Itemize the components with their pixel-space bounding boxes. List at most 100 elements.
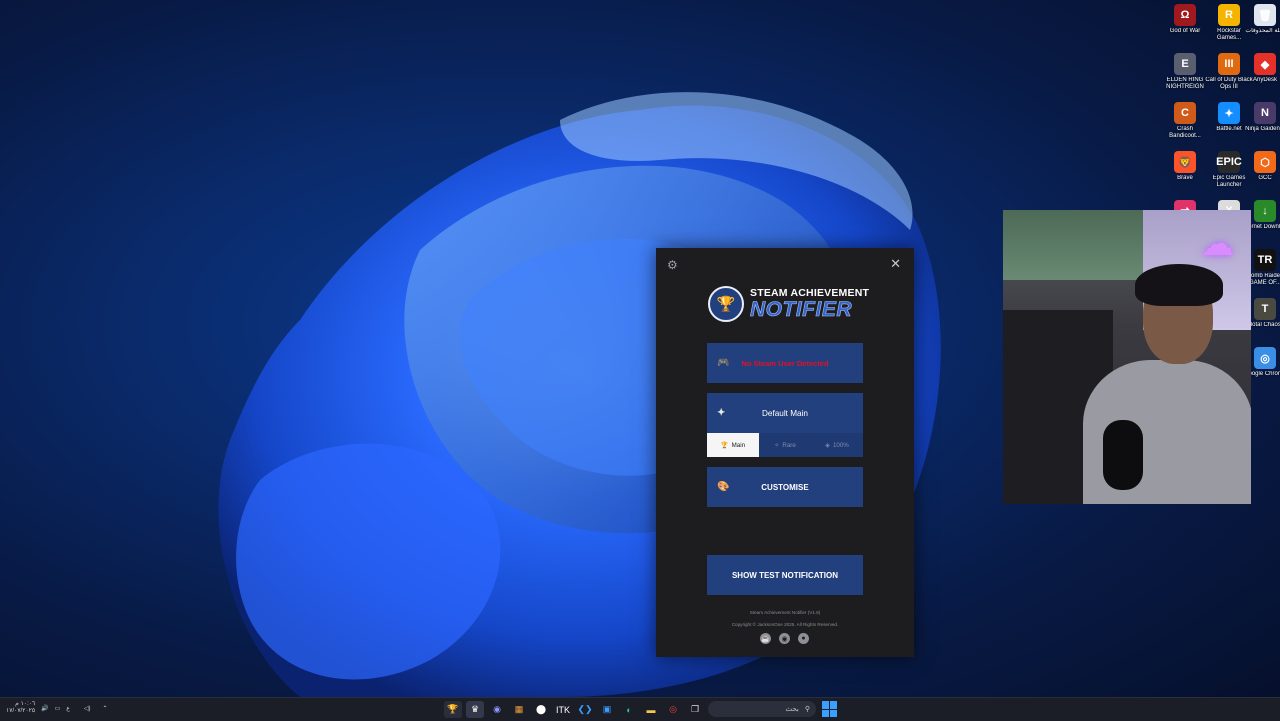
customise-button[interactable]: 🎨 CUSTOMISE — [707, 467, 863, 507]
palette-icon: 🎨 — [717, 481, 730, 493]
search-icon: ⚲ — [804, 706, 810, 713]
desktop-icon[interactable]: E ELDEN RING NIGHTREIGN — [1163, 51, 1207, 100]
gear-icon[interactable]: ⚙ — [667, 258, 678, 272]
close-icon[interactable]: ✕ — [890, 256, 901, 272]
desktop-icon-label: GCC — [1258, 175, 1272, 181]
vscode-taskbar-icon[interactable]: ❮❯ — [576, 701, 594, 718]
twitch-taskbar-icon[interactable]: ITK — [554, 701, 572, 718]
obs-taskbar-icon[interactable]: ⬤ — [532, 701, 550, 718]
test-notification-label: SHOW TEST NOTIFICATION — [731, 570, 839, 580]
tab-100-label: 100% — [832, 441, 849, 449]
tomb-raider-icon: TR — [1254, 249, 1276, 271]
cod-icon: III — [1218, 53, 1240, 75]
flag-backdrop — [1003, 210, 1153, 280]
clock-date: ١٧/٠٧/٢٠٢٥ — [6, 708, 36, 714]
desktop-icon[interactable]: ◆ AnyDesk — [1243, 51, 1280, 100]
desktop-icon-label: Crash Bandicoot... — [1169, 126, 1201, 139]
total-chaos-icon: T — [1254, 298, 1276, 320]
tab-main[interactable]: 🏆 Main — [707, 433, 759, 457]
trophy-taskbar-icon[interactable]: ♛ — [466, 701, 484, 718]
rockstar-icon: R — [1218, 4, 1240, 26]
trophy-icon: 🏆 — [720, 442, 729, 449]
god-of-war-icon: Ω — [1174, 4, 1196, 26]
language-indicator[interactable]: ع — [66, 705, 70, 712]
steam-achievement-notifier-window: ⚙ ✕ 🏆 STEAM ACHIEVEMENT NOTIFIER 🎮 No St… — [656, 248, 914, 657]
preset-label: Default Main — [762, 408, 808, 418]
social-links: ☕ ◉ ● — [760, 633, 809, 644]
version-text: Steam Achievement Notifier (V1.9) — [749, 610, 821, 615]
recycle-bin-icon: 🗑 — [1254, 4, 1276, 26]
steam-user-button[interactable]: 🎮 No Steam User Detected — [707, 343, 863, 383]
desktop-icon[interactable]: N Ninja Gaiden 4 — [1243, 100, 1280, 149]
steam-achievement-notifier-taskbar-icon[interactable]: 🏆 — [444, 701, 462, 718]
anydesk-icon: ◆ — [1254, 53, 1276, 75]
gcc-icon: ⬡ — [1254, 151, 1276, 173]
winrar-taskbar-icon[interactable]: ▦ — [510, 701, 528, 718]
github-icon[interactable]: ● — [798, 633, 809, 644]
epic-icon: EPIC — [1216, 151, 1242, 173]
app-title-line2: NOTIFIER — [750, 298, 852, 321]
clock[interactable]: ١٠:٠٦ م ١٧/٠٧/٢٠٢٥ — [6, 701, 35, 715]
app-logo: 🏆 STEAM ACHIEVEMENT NOTIFIER — [708, 286, 869, 322]
desktop-icon[interactable]: Ω God of War — [1163, 2, 1207, 51]
volume-icon[interactable]: 🔊 — [41, 705, 48, 712]
battlenet-icon: ✦ — [1218, 102, 1240, 124]
chevron-up-icon[interactable]: ⌃ — [103, 705, 108, 712]
desktop-icon[interactable]: 🦁 Brave — [1163, 149, 1207, 198]
desktop-icon-label: Ninja Gaiden 4 — [1245, 126, 1280, 132]
tab-main-label: Main — [731, 441, 746, 449]
speaker-icon[interactable]: ◁) — [84, 705, 91, 712]
tab-100[interactable]: ◈ 100% — [811, 433, 863, 457]
microphone — [1103, 420, 1143, 490]
file-explorer-taskbar-icon[interactable]: ▬ — [642, 701, 660, 718]
webcam-overlay: ☁ — [1003, 210, 1251, 504]
preset-button[interactable]: ✦ Default Main — [707, 393, 863, 433]
rare-icon: ✧ — [774, 441, 780, 449]
desktop-icon-label: ELDEN RING NIGHTREIGN — [1166, 77, 1204, 90]
brave-icon: 🦁 — [1174, 151, 1196, 173]
elden-ring-icon: E — [1174, 53, 1196, 75]
clock-time: ١٠:٠٦ م — [15, 701, 36, 707]
system-tray: ١٠:٠٦ م ١٧/٠٧/٢٠٢٥ 🔊 ▭ ع ◁) ⌃ — [6, 701, 108, 715]
store-taskbar-icon[interactable]: ▣ — [598, 701, 616, 718]
gamepad-icon: 🎮 — [717, 357, 730, 369]
crash-icon: C — [1174, 102, 1196, 124]
idm-icon: ↓ — [1254, 200, 1276, 222]
customise-label: CUSTOMISE — [761, 482, 809, 492]
start-tile — [822, 709, 829, 717]
steam-user-label: No Steam User Detected — [741, 358, 829, 368]
desktop-icon-label: Brave — [1177, 175, 1193, 181]
discord-taskbar-icon[interactable]: ◉ — [488, 701, 506, 718]
desktop-icon-label: سلة المحذوفات — [1245, 28, 1280, 34]
taskbar: ١٠:٠٦ م ١٧/٠٧/٢٠٢٥ 🔊 ▭ ع ◁) ⌃ 🏆 ♛ ◉ ▦ ⬤ … — [0, 697, 1280, 721]
tab-rare[interactable]: ✧ Rare — [759, 433, 811, 457]
plat-icon: ◈ — [825, 441, 830, 449]
show-test-notification-button[interactable]: SHOW TEST NOTIFICATION — [707, 555, 863, 595]
start-tile — [830, 709, 837, 717]
kofi-icon[interactable]: ☕ — [760, 633, 771, 644]
desktop-icon-label: AnyDesk — [1252, 77, 1277, 83]
chrome-taskbar-icon[interactable]: ◎ — [664, 701, 682, 718]
discord-icon[interactable]: ◉ — [779, 633, 790, 644]
sparkle-icon: ✦ — [717, 407, 726, 419]
taskbar-search[interactable]: بحث ⚲ — [708, 701, 816, 717]
person-hair — [1135, 264, 1223, 306]
desktop-icon[interactable]: 🗑 سلة المحذوفات — [1243, 2, 1280, 51]
notification-type-tabs: 🏆 Main ✧ Rare ◈ 100% — [707, 433, 863, 457]
task-view-icon[interactable]: ❐ — [686, 701, 704, 718]
search-placeholder: بحث — [785, 706, 799, 713]
chrome-icon: ◎ — [1254, 347, 1276, 369]
start-button[interactable] — [822, 701, 838, 717]
start-tile — [830, 701, 837, 709]
tab-rare-label: Rare — [782, 441, 796, 449]
desktop-icon[interactable]: ⬡ GCC — [1243, 149, 1280, 198]
desktop-icon[interactable]: C Crash Bandicoot... — [1163, 100, 1207, 149]
neon-cloud-icon: ☁ — [1200, 225, 1234, 263]
ninja-gaiden-icon: N — [1254, 102, 1276, 124]
start-tile — [822, 701, 829, 709]
edge-taskbar-icon[interactable]: ◐ — [620, 701, 638, 718]
desktop-icon-label: God of War — [1169, 28, 1201, 34]
network-icon[interactable]: ▭ — [55, 705, 61, 712]
taskbar-apps: 🏆 ♛ ◉ ▦ ⬤ ITK ❮❯ ▣ ◐ ▬ ◎ ❐ — [444, 701, 704, 718]
trophy-icon: 🏆 — [708, 286, 744, 322]
